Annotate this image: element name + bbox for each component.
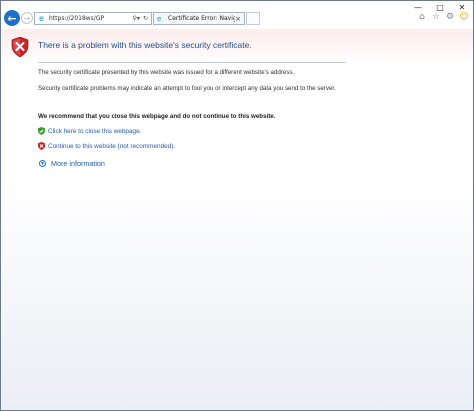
close-webpage-link[interactable]: Click here to close this webpage. — [48, 128, 141, 135]
toolbar-icons: ⌂ ☆ ⚙ ☺ — [417, 12, 469, 22]
favorites-icon[interactable]: ☆ — [431, 12, 441, 22]
recommendation-text: We recommend that you close this webpage… — [38, 113, 276, 120]
divider — [38, 62, 346, 63]
security-shield-icon — [11, 37, 29, 57]
back-arrow-icon: ← — [7, 11, 17, 25]
refresh-icon[interactable]: ↻ — [143, 15, 148, 22]
certificate-warning-text: Security certificate problems may indica… — [38, 85, 336, 92]
address-bar[interactable]: e https://2018ws/GP ⚲▾ ↻ — [34, 12, 152, 25]
page-content: There is a problem with this website's s… — [1, 29, 473, 410]
tab-favicon-icon: e — [157, 14, 162, 23]
page-title: There is a problem with this website's s… — [38, 40, 252, 50]
search-icon[interactable]: ⚲▾ — [133, 15, 140, 22]
forward-arrow-icon: → — [23, 13, 31, 23]
continue-website-link[interactable]: Continue to this website (not recommende… — [48, 143, 175, 150]
new-tab-button[interactable] — [246, 12, 260, 25]
ie-icon: e — [39, 14, 44, 23]
feedback-smiley-icon[interactable]: ☺ — [459, 12, 469, 22]
green-shield-icon — [38, 127, 45, 135]
forward-button[interactable]: → — [21, 12, 33, 24]
settings-icon[interactable]: ⚙ — [445, 12, 455, 22]
red-shield-icon — [38, 142, 45, 150]
expand-chevron-icon[interactable]: ▼ — [39, 160, 46, 167]
more-information-toggle[interactable]: ▼ More information — [39, 159, 105, 168]
certificate-issue-text: The security certificate presented by th… — [38, 69, 295, 76]
more-information-link[interactable]: More information — [51, 159, 105, 168]
address-input[interactable]: https://2018ws/GP — [49, 15, 133, 22]
tab-title: Certificate Error: Navigation... — [168, 15, 235, 22]
tab-certificate-error[interactable]: e Certificate Error: Navigation... × — [153, 12, 245, 25]
tab-close-icon[interactable]: × — [235, 15, 241, 23]
browser-window: — □ ✕ ← → e https://2018ws/GP ⚲▾ ↻ e Cer… — [0, 0, 474, 411]
back-button[interactable]: ← — [4, 10, 20, 26]
close-webpage-row[interactable]: Click here to close this webpage. — [38, 127, 141, 135]
home-icon[interactable]: ⌂ — [417, 12, 427, 22]
navigation-bar: ← → e https://2018ws/GP ⚲▾ ↻ e Certifica… — [1, 9, 473, 29]
continue-website-row[interactable]: Continue to this website (not recommende… — [38, 142, 175, 150]
